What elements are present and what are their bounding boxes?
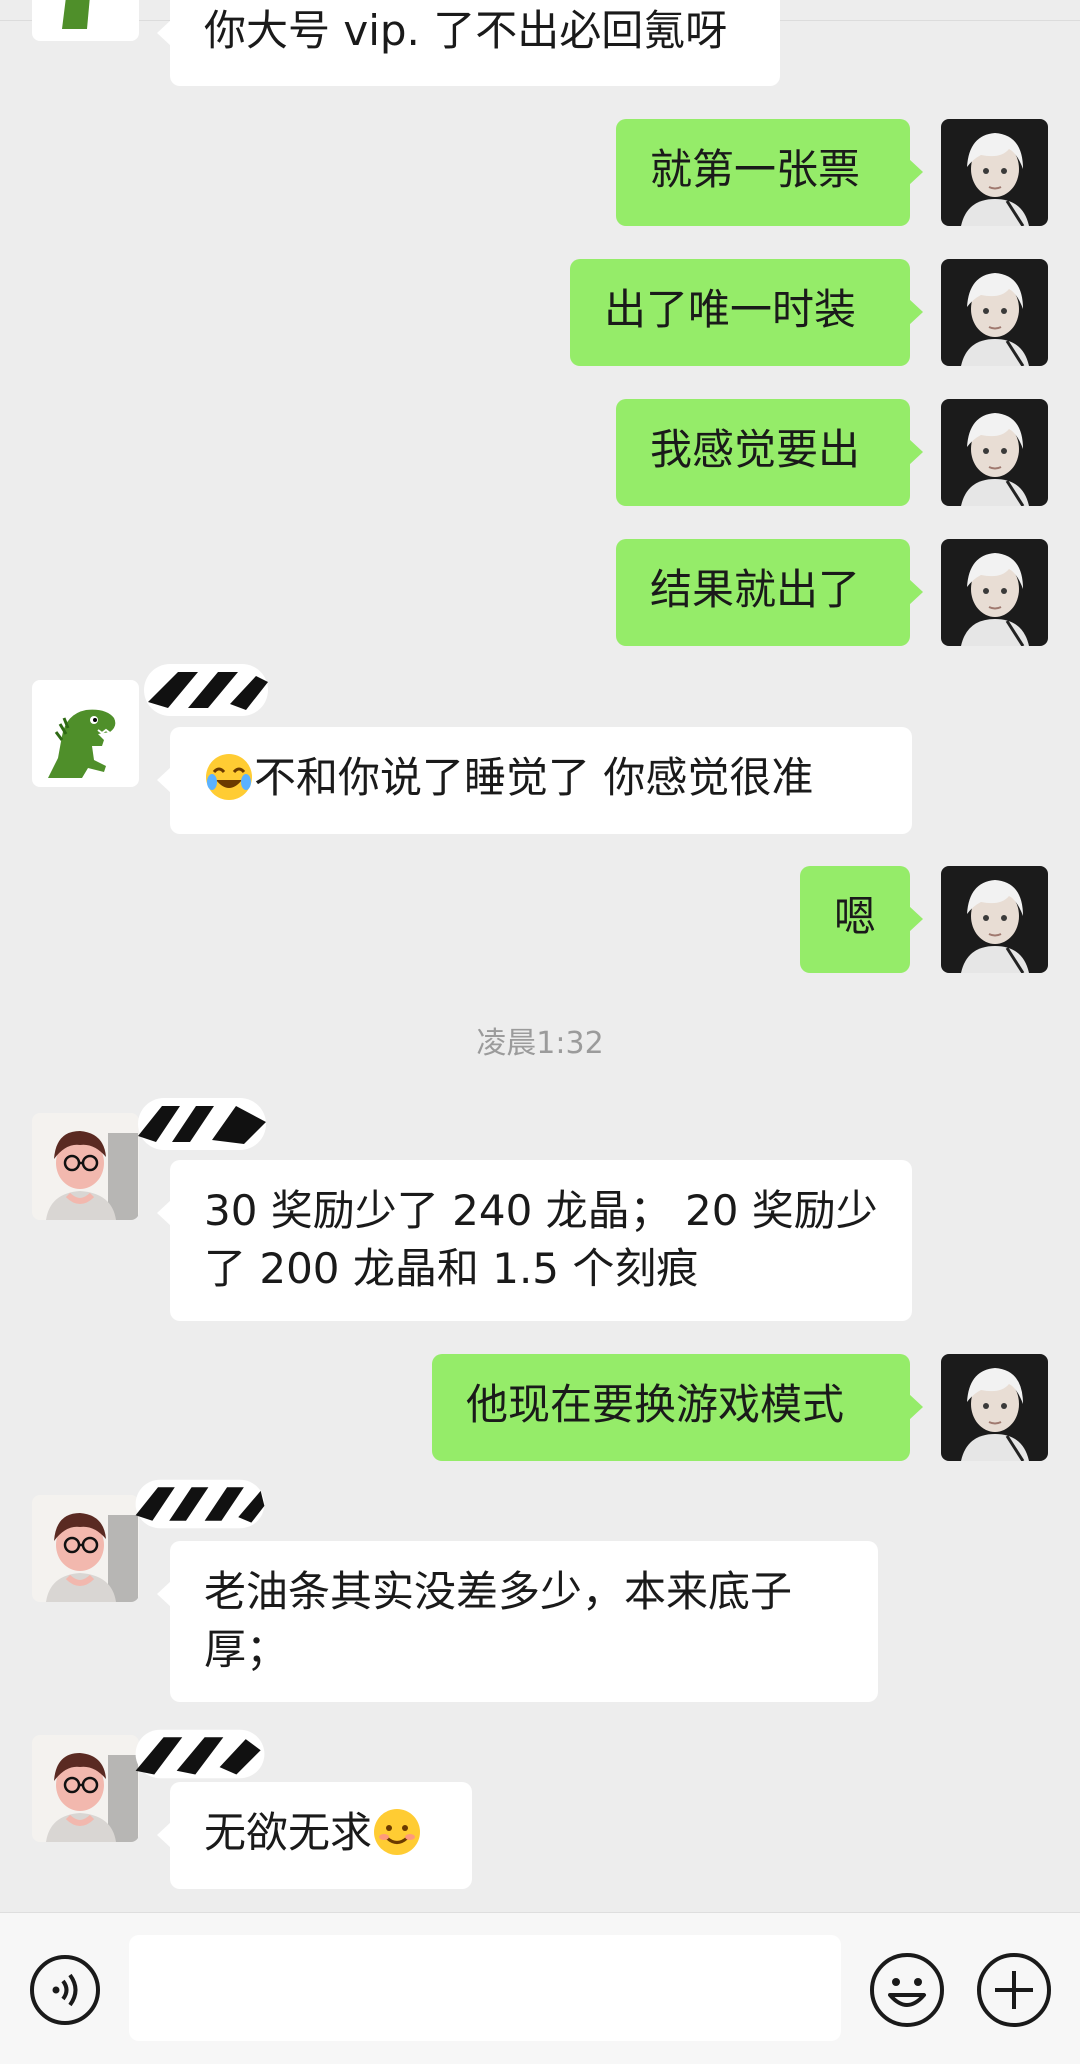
contact-avatar-dino-partial[interactable] <box>32 0 139 41</box>
message-bubble-incoming[interactable]: 无欲无求 <box>157 1782 472 1889</box>
white-haired-portrait-icon <box>941 399 1048 506</box>
white-haired-portrait-icon <box>941 866 1048 973</box>
message-bubble-incoming-partial[interactable]: 你大号 vip. 了不出必回氪呀 <box>157 0 780 86</box>
white-haired-portrait-icon <box>941 119 1048 226</box>
contact-avatar-girl[interactable] <box>32 1495 139 1602</box>
message-bubble-outgoing[interactable]: 我感觉要出 <box>616 399 923 506</box>
sender-name-redacted <box>138 658 278 722</box>
message-text: 30 奖励少了 240 龙晶； 20 奖励少了 200 龙晶和 1.5 个刻痕 <box>204 1186 878 1293</box>
voice-icon[interactable] <box>28 1953 102 2027</box>
message-text: 老油条其实没差多少，本来底子厚； <box>204 1567 793 1674</box>
contact-avatar-girl[interactable] <box>32 1113 139 1220</box>
message-bubble-outgoing[interactable]: 他现在要换游戏模式 <box>432 1354 923 1461</box>
message-text: 我感觉要出 <box>650 425 861 474</box>
sender-name-redacted <box>130 1722 270 1786</box>
message-text: 不和你说了睡觉了 你感觉很准 <box>254 753 814 802</box>
message-text: 结果就出了 <box>650 565 861 614</box>
message-text: 你大号 vip. 了不出必回氪呀 <box>204 6 728 55</box>
message-text: 就第一张票 <box>650 145 861 194</box>
white-haired-portrait-icon <box>941 259 1048 366</box>
my-avatar[interactable] <box>941 539 1048 646</box>
message-text: 无欲无求 <box>204 1808 373 1857</box>
my-avatar[interactable] <box>941 1354 1048 1461</box>
message-bubble-incoming[interactable]: 不和你说了睡觉了 你感觉很准 <box>157 727 912 834</box>
sender-name-redacted <box>130 1472 270 1536</box>
my-avatar[interactable] <box>941 259 1048 366</box>
chat-area[interactable]: 你大号 vip. 了不出必回氪呀 就第一张票 出了唯一时装 我感觉要出 结果就出… <box>0 0 1080 1912</box>
my-avatar[interactable] <box>941 119 1048 226</box>
message-bubble-outgoing[interactable]: 嗯 <box>800 866 923 973</box>
message-text: 他现在要换游戏模式 <box>466 1380 845 1429</box>
my-avatar[interactable] <box>941 399 1048 506</box>
white-haired-portrait-icon <box>941 1354 1048 1461</box>
sender-name-redacted <box>132 1092 272 1156</box>
message-bubble-outgoing[interactable]: 结果就出了 <box>616 539 923 646</box>
input-bar <box>0 1912 1080 2064</box>
girl-portrait-icon <box>32 1735 139 1842</box>
white-haired-portrait-icon <box>941 539 1048 646</box>
message-bubble-incoming[interactable]: 老油条其实没差多少，本来底子厚； <box>157 1541 878 1702</box>
message-input[interactable] <box>129 1935 841 2041</box>
girl-portrait-icon <box>32 1495 139 1602</box>
message-bubble-incoming[interactable]: 30 奖励少了 240 龙晶； 20 奖励少了 200 龙晶和 1.5 个刻痕 <box>157 1160 912 1321</box>
emoji-face-icon[interactable] <box>868 1951 946 2029</box>
timestamp: 凌晨1:32 <box>476 1026 604 1061</box>
message-bubble-outgoing[interactable]: 出了唯一时装 <box>570 259 923 366</box>
smiling-face-emoji-icon <box>372 1807 422 1857</box>
crying-laughing-emoji-icon <box>204 752 254 802</box>
message-text: 出了唯一时装 <box>604 285 857 334</box>
girl-portrait-icon <box>32 1113 139 1220</box>
message-text: 嗯 <box>834 892 877 941</box>
contact-avatar-girl[interactable] <box>32 1735 139 1842</box>
contact-avatar-dino[interactable] <box>32 680 139 787</box>
my-avatar[interactable] <box>941 866 1048 973</box>
plus-icon[interactable] <box>975 1951 1053 2029</box>
message-bubble-outgoing[interactable]: 就第一张票 <box>616 119 923 226</box>
